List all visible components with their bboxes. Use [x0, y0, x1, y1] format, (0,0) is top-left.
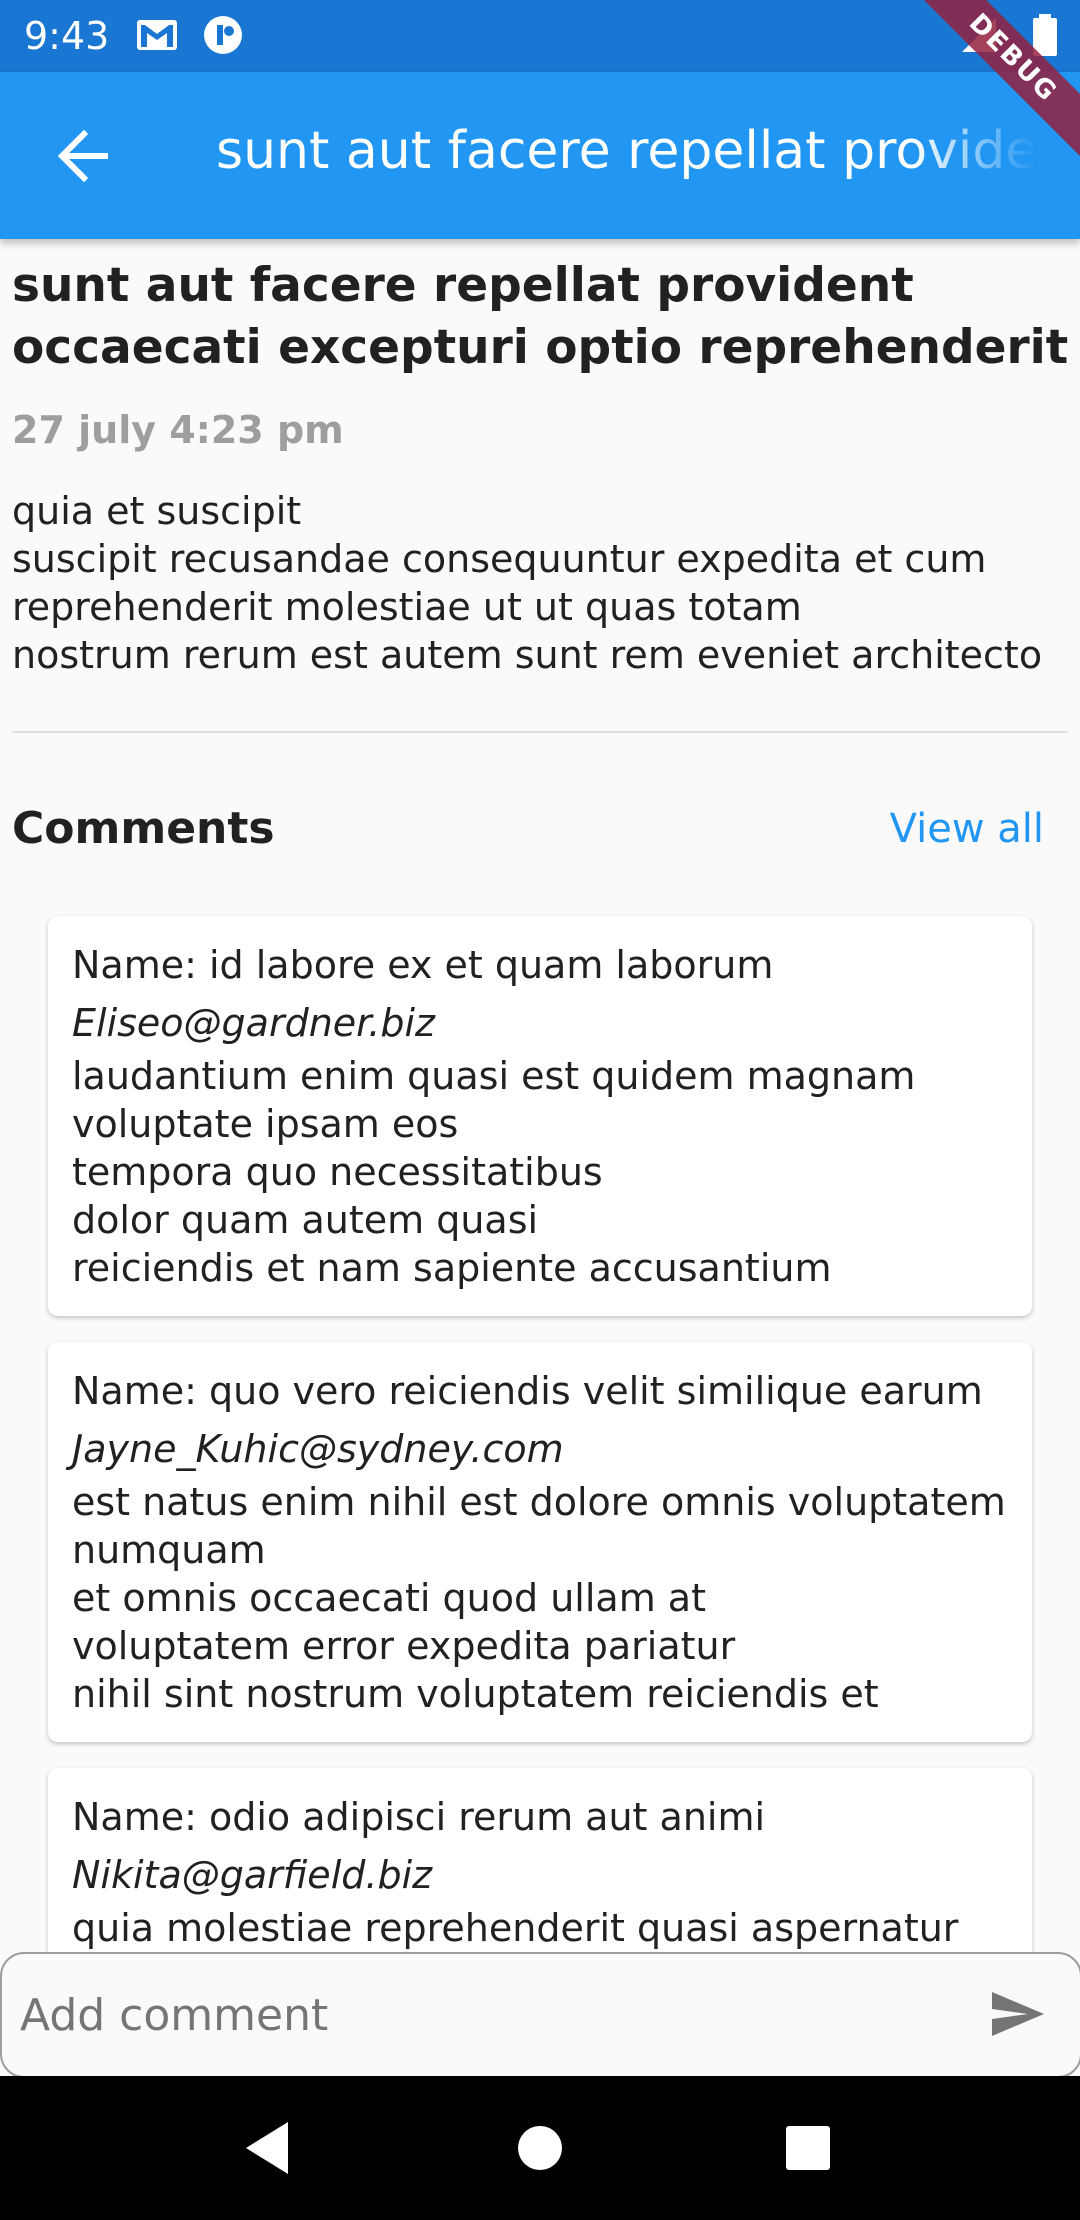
- comment-card[interactable]: Name: quo vero reiciendis velit similiqu…: [48, 1342, 1032, 1742]
- gmail-icon: [137, 20, 177, 50]
- divider: [12, 731, 1068, 733]
- back-button[interactable]: [36, 122, 132, 190]
- nav-back-button[interactable]: [236, 2116, 300, 2180]
- comment-card[interactable]: Name: id labore ex et quam laborum Elise…: [48, 916, 1032, 1316]
- comment-body: quia molestiae reprehenderit quasi asper…: [72, 1906, 959, 1950]
- arrow-back-icon: [57, 130, 108, 182]
- comment-card[interactable]: Name: odio adipisci rerum aut animi Niki…: [48, 1768, 1032, 1952]
- debug-banner-container: DEBUG: [880, 0, 1080, 200]
- comment-email: Jayne_Kuhic@sydney.com: [72, 1427, 564, 1471]
- comment-name: Name: quo vero reiciendis velit similiqu…: [72, 1369, 983, 1413]
- post-date: 27 july 4:23 pm: [12, 408, 344, 452]
- comment-body: est natus enim nihil est dolore omnis vo…: [72, 1480, 1006, 1716]
- nav-recents-button[interactable]: [776, 2116, 840, 2180]
- view-all-button[interactable]: View all: [890, 800, 1044, 858]
- debug-banner: DEBUG: [894, 0, 1080, 177]
- comment-name: Name: id labore ex et quam laborum: [72, 943, 774, 987]
- status-time: 9:43: [24, 14, 110, 58]
- recents-square-icon: [786, 2126, 830, 2170]
- comment-email: Eliseo@gardner.biz: [72, 1001, 436, 1045]
- post-detail-content[interactable]: sunt aut facere repellat provident occae…: [0, 239, 1080, 1952]
- app-notification-icon: [204, 16, 242, 54]
- home-circle-icon: [518, 2126, 562, 2170]
- post-body: quia et suscipit suscipit recusandae con…: [12, 489, 1043, 677]
- send-button[interactable]: [988, 1984, 1048, 2044]
- comment-body: laudantium enim quasi est quidem magnam …: [72, 1054, 916, 1290]
- nav-home-button[interactable]: [508, 2116, 572, 2180]
- comment-input-bar: [0, 1952, 1080, 2078]
- system-nav-bar: [0, 2076, 1080, 2220]
- comment-name: Name: odio adipisci rerum aut animi: [72, 1795, 766, 1839]
- comment-input[interactable]: [18, 1974, 942, 2056]
- post-title: sunt aut facere repellat provident occae…: [12, 258, 1069, 375]
- comment-email: Nikita@garfield.biz: [72, 1853, 433, 1897]
- comments-heading: Comments: [12, 803, 275, 854]
- back-triangle-icon: [246, 2122, 288, 2174]
- send-icon: [992, 1992, 1044, 2036]
